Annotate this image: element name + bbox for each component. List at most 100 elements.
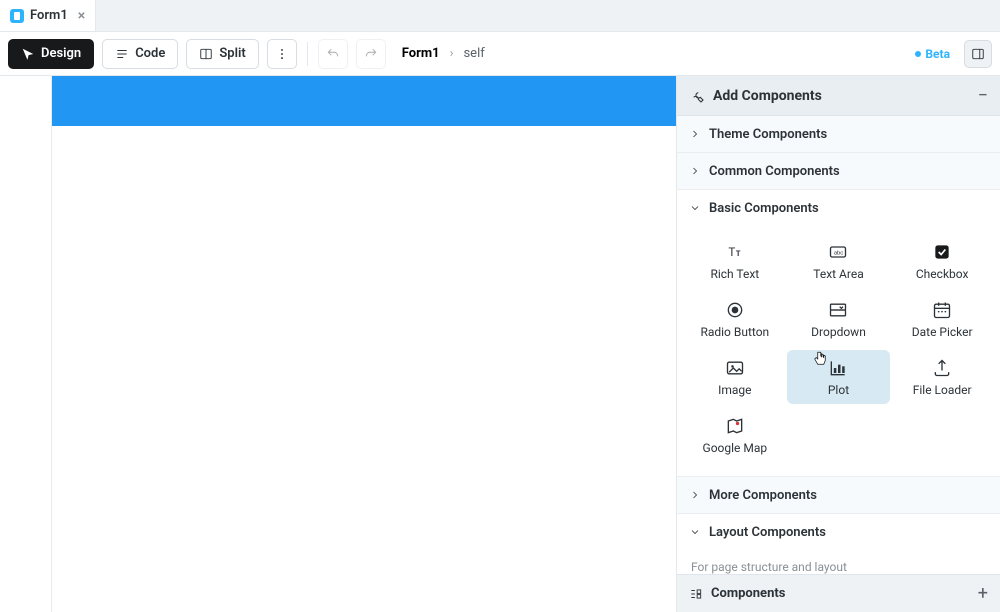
canvas-gutter — [0, 76, 52, 612]
component-radio-button[interactable]: Radio Button — [683, 292, 787, 346]
section-head-theme[interactable]: Theme Components — [677, 116, 1000, 152]
side-panel-header: Add Components − — [677, 76, 1000, 116]
undo-button[interactable] — [318, 39, 348, 69]
redo-button[interactable] — [356, 39, 386, 69]
design-label: Design — [41, 46, 81, 61]
section-label: Basic Components — [709, 201, 819, 216]
form-canvas[interactable] — [52, 76, 676, 612]
footer-title: Components — [711, 586, 970, 601]
section-basic-components: Basic Components TT Rich Text abc Text Area… — [677, 190, 1000, 477]
component-dropdown[interactable]: Dropdown — [787, 292, 891, 346]
side-panel-footer: Components + — [677, 574, 1000, 612]
wrench-icon — [689, 88, 705, 104]
breadcrumb-self[interactable]: self — [463, 46, 484, 61]
design-button[interactable]: Design — [8, 39, 94, 69]
chevron-down-icon — [689, 202, 701, 214]
dropdown-icon — [828, 300, 848, 320]
component-label: Rich Text — [710, 268, 759, 280]
component-date-picker[interactable]: Date Picker — [890, 292, 994, 346]
calendar-icon — [932, 300, 952, 320]
split-button[interactable]: Split — [186, 39, 258, 69]
canvas-area — [0, 76, 676, 612]
svg-text:T: T — [736, 249, 741, 258]
svg-text:abc: abc — [834, 251, 844, 257]
beta-dot-icon — [915, 51, 921, 57]
text-tt-icon: TT — [725, 242, 745, 262]
section-label: Theme Components — [709, 127, 827, 142]
add-component-icon[interactable]: + — [978, 583, 988, 604]
breadcrumb: Form1 › self — [402, 46, 485, 61]
tab-form1[interactable]: Form1 × — [0, 0, 96, 31]
tab-close-icon[interactable]: × — [78, 8, 85, 24]
section-label: Layout Components — [709, 525, 826, 540]
toolbar: Design Code Split Form1 › self Beta — [0, 32, 1000, 76]
code-button[interactable]: Code — [102, 39, 178, 69]
chevron-right-icon — [689, 165, 701, 177]
checkbox-icon — [932, 242, 952, 262]
section-label: Common Components — [709, 164, 840, 179]
code-label: Code — [135, 46, 165, 61]
section-more-components: More Components — [677, 477, 1000, 514]
plot-icon — [828, 358, 848, 378]
component-file-loader[interactable]: File Loader — [890, 350, 994, 404]
image-icon — [725, 358, 745, 378]
component-text-area[interactable]: abc Text Area — [787, 234, 891, 288]
component-google-map[interactable]: Google Map — [683, 408, 787, 462]
form-icon — [10, 9, 24, 23]
component-label: Radio Button — [700, 326, 769, 338]
breadcrumb-item[interactable]: Form1 — [402, 46, 440, 61]
toolbar-separator — [307, 42, 308, 66]
component-label: Checkbox — [916, 268, 969, 280]
side-panel: Add Components − Theme Components Common… — [676, 76, 1000, 612]
textarea-icon: abc — [828, 242, 848, 262]
component-label: Google Map — [703, 442, 768, 454]
chevron-down-icon — [689, 526, 701, 538]
chevron-right-icon — [689, 489, 701, 501]
section-label: More Components — [709, 488, 817, 503]
section-head-basic[interactable]: Basic Components — [677, 190, 1000, 226]
section-layout-components: Layout Components For page structure and… — [677, 514, 1000, 574]
split-icon — [199, 47, 213, 61]
component-image[interactable]: Image — [683, 350, 787, 404]
panel-icon — [971, 47, 985, 61]
side-panel-body: Theme Components Common Components Basic… — [677, 116, 1000, 574]
collapse-panel-icon[interactable]: − — [978, 85, 988, 106]
redo-icon — [364, 47, 378, 61]
cursor-icon — [21, 47, 35, 61]
component-label: File Loader — [913, 384, 972, 396]
upload-icon — [932, 358, 952, 378]
section-head-common[interactable]: Common Components — [677, 153, 1000, 189]
component-plot[interactable]: Plot — [787, 350, 891, 404]
component-rich-text[interactable]: TT Rich Text — [683, 234, 787, 288]
chevron-right-icon — [689, 128, 701, 140]
section-common-components: Common Components — [677, 153, 1000, 190]
more-menu-button[interactable] — [267, 39, 297, 69]
components-icon — [689, 587, 703, 601]
beta-label: Beta — [925, 47, 950, 61]
workspace: Add Components − Theme Components Common… — [0, 76, 1000, 612]
breadcrumb-separator-icon: › — [450, 46, 454, 61]
layout-hint: For page structure and layout — [677, 550, 1000, 574]
component-label: Text Area — [813, 268, 863, 280]
component-label: Dropdown — [811, 326, 866, 338]
section-head-layout[interactable]: Layout Components — [677, 514, 1000, 550]
radio-icon — [725, 300, 745, 320]
svg-text:T: T — [728, 245, 735, 259]
toggle-right-panel-button[interactable] — [964, 40, 992, 68]
component-checkbox[interactable]: Checkbox — [890, 234, 994, 288]
undo-icon — [326, 47, 340, 61]
kebab-icon — [275, 47, 289, 61]
section-theme-components: Theme Components — [677, 116, 1000, 153]
section-head-more[interactable]: More Components — [677, 477, 1000, 513]
beta-badge[interactable]: Beta — [915, 47, 950, 61]
component-label: Image — [718, 384, 751, 396]
component-label: Date Picker — [912, 326, 973, 338]
tab-strip: Form1 × — [0, 0, 1000, 32]
split-label: Split — [219, 46, 245, 61]
component-label: Plot — [828, 384, 849, 396]
map-icon — [725, 416, 745, 436]
side-panel-title: Add Components — [713, 88, 970, 104]
form-header-bar[interactable] — [52, 76, 676, 126]
tab-label: Form1 — [30, 8, 68, 23]
basic-components-grid: TT Rich Text abc Text Area Checkbox Radio But… — [677, 226, 1000, 476]
